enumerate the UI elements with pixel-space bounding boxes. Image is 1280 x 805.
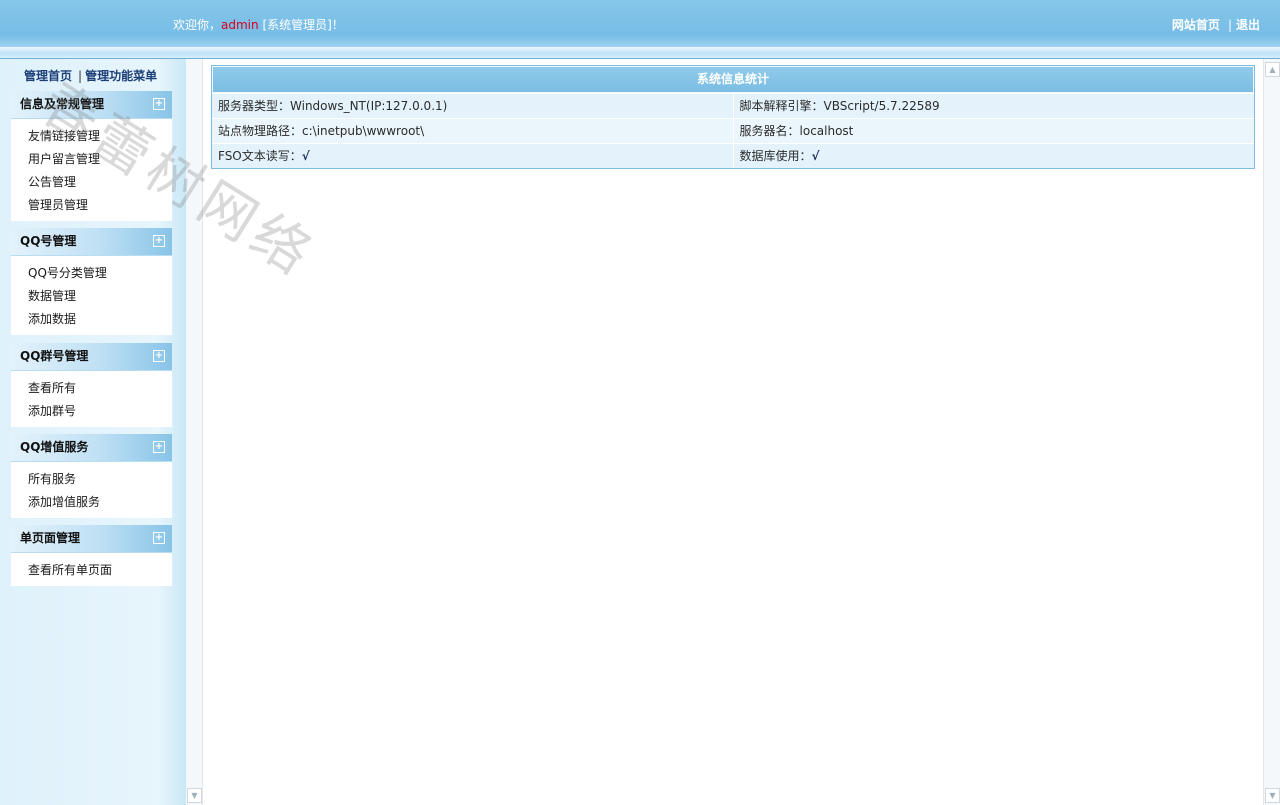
sidebar: 管理首页 | 管理功能菜单 信息及常规管理 + 友情链接管理 用户留言管理 公告管理… (0, 59, 186, 805)
menu-item-notices[interactable]: 公告管理 (28, 171, 172, 194)
menu-item-all-services[interactable]: 所有服务 (28, 468, 172, 491)
menu-item-add-data[interactable]: 添加数据 (28, 308, 172, 331)
menu-group-title: QQ增值服务 (20, 440, 89, 454)
top-links: 网站首页 | 退出 (1172, 16, 1260, 33)
server-type-cell: 服务器类型：Windows_NT(IP:127.0.0.1) (212, 94, 733, 118)
menu-group-header[interactable]: QQ号管理 + (11, 228, 172, 256)
site-home-link[interactable]: 网站首页 (1172, 18, 1220, 32)
site-path-value: c:\inetpub\wwwroot\ (302, 124, 425, 138)
server-name-cell: 服务器名：localhost (732, 119, 1254, 143)
menu-group-qq-services: QQ增值服务 + 所有服务 添加增值服务 (11, 434, 172, 518)
arrow-up-icon[interactable]: ▲ (1265, 62, 1280, 77)
menu-item-admins[interactable]: 管理员管理 (28, 194, 172, 217)
table-row: FSO文本读写：√ 数据库使用：√ (212, 143, 1254, 168)
menu-item-add-service[interactable]: 添加增值服务 (28, 491, 172, 514)
menu-group-qq-group: QQ群号管理 + 查看所有 添加群号 (11, 343, 172, 427)
plus-icon[interactable]: + (153, 532, 165, 544)
left-frame-scrollbar[interactable]: ▼ (186, 59, 203, 805)
database-cell: 数据库使用：√ (732, 144, 1254, 168)
menu-group-title: QQ群号管理 (20, 349, 89, 363)
script-engine-cell: 脚本解释引擎：VBScript/5.7.22589 (732, 94, 1254, 118)
script-engine-value: VBScript/5.7.22589 (823, 99, 940, 113)
welcome-text: 欢迎你，admin [系统管理员]！ (173, 16, 344, 33)
server-name-value: localhost (799, 124, 854, 138)
server-type-label: 服务器类型： (218, 99, 291, 113)
username: admin (221, 18, 259, 32)
plus-icon[interactable]: + (153, 350, 165, 362)
menu-item-view-all[interactable]: 查看所有 (28, 377, 172, 400)
welcome-prefix: 欢迎你， (173, 18, 222, 32)
menu-group-header[interactable]: 信息及常规管理 + (11, 91, 172, 119)
menu-item-links[interactable]: 友情链接管理 (28, 125, 172, 148)
menu-item-messages[interactable]: 用户留言管理 (28, 148, 172, 171)
menu-group-header[interactable]: QQ群号管理 + (11, 343, 172, 371)
menu-group-header[interactable]: 单页面管理 + (11, 525, 172, 553)
table-row: 服务器类型：Windows_NT(IP:127.0.0.1) 脚本解释引擎：VB… (212, 93, 1254, 118)
server-name-label: 服务器名： (739, 124, 800, 138)
site-path-cell: 站点物理路径：c:\inetpub\wwwroot\ (212, 119, 733, 143)
system-info-title: 系统信息统计 (213, 67, 1253, 92)
check-icon: √ (811, 149, 820, 163)
table-row: 站点物理路径：c:\inetpub\wwwroot\ 服务器名：localhos… (212, 118, 1254, 143)
plus-icon[interactable]: + (153, 441, 165, 453)
plus-icon[interactable]: + (153, 98, 165, 110)
site-path-label: 站点物理路径： (218, 124, 303, 138)
menu-group-header[interactable]: QQ增值服务 + (11, 434, 172, 462)
script-engine-label: 脚本解释引擎： (739, 99, 824, 113)
admin-home-link[interactable]: 管理首页 (24, 69, 72, 83)
menu-item-all-pages[interactable]: 查看所有单页面 (28, 559, 172, 582)
arrow-down-icon[interactable]: ▼ (187, 788, 202, 803)
menu-group-single-page: 单页面管理 + 查看所有单页面 (11, 525, 172, 586)
link-separator: | (1227, 18, 1232, 32)
link-separator: | (78, 69, 83, 83)
function-menu-link[interactable]: 管理功能菜单 (85, 69, 157, 83)
menu-group-title: QQ号管理 (20, 234, 77, 248)
user-role: [系统管理员]！ (258, 18, 344, 32)
check-icon: √ (301, 149, 310, 163)
menu-group-title: 信息及常规管理 (20, 97, 105, 111)
server-type-value: Windows_NT(IP:127.0.0.1) (290, 99, 448, 113)
main-content: ▼ 系统信息统计 服务器类型：Windows_NT(IP:127.0.0.1) … (186, 59, 1280, 805)
system-info-table: 系统信息统计 服务器类型：Windows_NT(IP:127.0.0.1) 脚本… (211, 65, 1255, 169)
database-label: 数据库使用： (739, 149, 812, 163)
plus-icon[interactable]: + (153, 235, 165, 247)
menu-item-data-manage[interactable]: 数据管理 (28, 285, 172, 308)
menu-item-add-group[interactable]: 添加群号 (28, 400, 172, 423)
arrow-down-icon[interactable]: ▼ (1265, 788, 1280, 803)
fso-cell: FSO文本读写：√ (212, 144, 733, 168)
menu-item-qq-category[interactable]: QQ号分类管理 (28, 262, 172, 285)
vertical-scrollbar[interactable]: ▲ ▼ (1263, 59, 1280, 805)
top-header: 欢迎你，admin [系统管理员]！ 网站首页 | 退出 (0, 0, 1280, 59)
menu-group-qq: QQ号管理 + QQ号分类管理 数据管理 添加数据 (11, 228, 172, 335)
menu-group-title: 单页面管理 (20, 531, 81, 545)
header-band (0, 47, 1280, 53)
fso-label: FSO文本读写： (218, 149, 302, 163)
logout-link[interactable]: 退出 (1236, 18, 1260, 32)
sidebar-top-links: 管理首页 | 管理功能菜单 (24, 67, 157, 84)
menu-group-info: 信息及常规管理 + 友情链接管理 用户留言管理 公告管理 管理员管理 (11, 91, 172, 221)
